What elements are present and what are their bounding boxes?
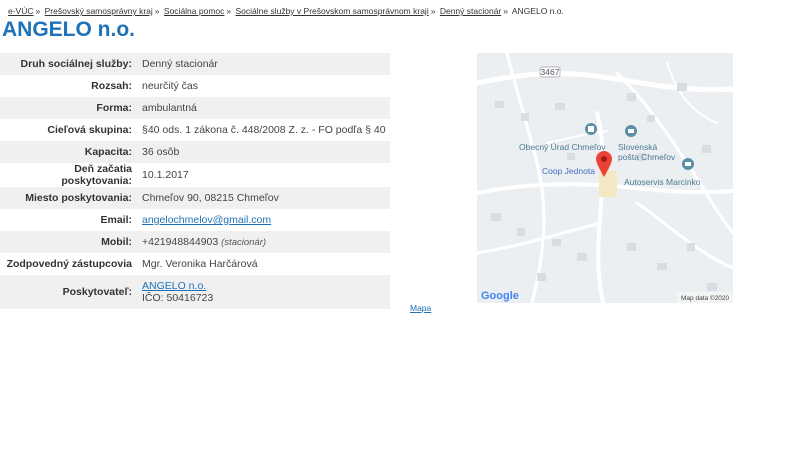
map-attribution: Map data ©2020 [681, 294, 730, 302]
value-zastupca: Mgr. Veronika Harčárová [142, 258, 258, 270]
value-mobil: +421948844903 (stacionár) [138, 231, 390, 253]
map-label-coop-jednota: Coop Jednota [542, 166, 595, 176]
breadcrumb-separator: » [154, 6, 160, 16]
label-zastupca: Zodpovedný zástupcovia [6, 258, 132, 270]
breadcrumb-separator: » [503, 6, 508, 16]
map-label-autoservis: Autoservis Marcinko [624, 177, 701, 187]
detail-table: Druh sociálnej služby: Denný stacionár R… [0, 53, 390, 309]
value-kapacita: 36 osôb [138, 141, 390, 163]
row-rozsah: Rozsah: neurčitý čas [0, 75, 390, 97]
map-label-obecny-urad: Obecný Úrad Chmeľov [519, 142, 606, 152]
breadcrumb-separator: » [226, 6, 232, 16]
breadcrumb-separator: » [35, 6, 41, 16]
breadcrumb: e-VÚC» Prešovský samosprávny kraj» Sociá… [8, 6, 564, 16]
label-skupina: Cieľová skupina: [47, 124, 132, 136]
value-poskytovatel: ANGELO n.o. IČO: 50416723 [138, 275, 390, 309]
value-druh: Denný stacionár [138, 53, 390, 75]
breadcrumb-separator: » [430, 6, 436, 16]
value-rozsah: neurčitý čas [142, 80, 199, 92]
label-mobil: Mobil: [0, 231, 138, 253]
value-skupina: §40 ods. 1 zákona č. 448/2008 Z. z. - FO… [142, 124, 386, 136]
road-number-badge: 3467 [541, 67, 560, 77]
row-poskytovatel: Poskytovateľ: ANGELO n.o. IČO: 50416723 [0, 275, 390, 309]
page-title: ANGELO n.o. [2, 18, 135, 41]
label-miesto: Miesto poskytovania: [0, 187, 138, 209]
label-zaciatok: Deň začatia poskytovania: [61, 163, 132, 187]
phone-note: (stacionár) [221, 237, 267, 248]
breadcrumb-link-kraj[interactable]: Prešovský samosprávny kraj [45, 6, 153, 16]
row-mobil: Mobil: +421948844903 (stacionár) [0, 231, 390, 253]
breadcrumb-link-socialna-pomoc[interactable]: Sociálna pomoc [164, 6, 224, 16]
row-forma: Forma: ambulantná [0, 97, 390, 119]
label-forma: Forma: [0, 97, 138, 119]
phone-number: +421948844903 [142, 236, 219, 248]
breadcrumb-current: ANGELO n.o. [511, 6, 564, 16]
row-email: Email: angelochmelov@gmail.com [0, 209, 390, 231]
value-zaciatok: 10.1.2017 [142, 169, 189, 181]
email-link[interactable]: angelochmelov@gmail.com [142, 214, 271, 226]
map-label-posta-line2: pošta Chmeľov [618, 152, 676, 162]
row-druh: Druh sociálnej služby: Denný stacionár [0, 53, 390, 75]
row-kapacita: Kapacita: 36 osôb [0, 141, 390, 163]
value-miesto: Chmeľov 90, 08215 Chmeľov [138, 187, 390, 209]
row-skupina: Cieľová skupina: §40 ods. 1 zákona č. 44… [0, 119, 390, 141]
car-service-icon[interactable] [682, 158, 694, 170]
map-label-posta-line1: Slovenská [618, 142, 657, 152]
breadcrumb-link-denny-stacionar[interactable]: Denný stacionár [440, 6, 501, 16]
row-miesto: Miesto poskytovania: Chmeľov 90, 08215 C… [0, 187, 390, 209]
map-embed[interactable]: 3467 Obecný Úrad Chmeľov Slovenská pošta… [477, 53, 733, 303]
label-poskytovatel: Poskytovateľ: [0, 275, 138, 309]
label-email: Email: [100, 214, 132, 226]
provider-ico: IČO: 50416723 [142, 292, 214, 304]
label-kapacita: Kapacita: [0, 141, 138, 163]
google-logo: Google [481, 290, 519, 302]
post-office-icon[interactable] [625, 125, 637, 137]
map-canvas[interactable]: 3467 Obecný Úrad Chmeľov Slovenská pošta… [477, 53, 733, 303]
row-zastupca: Zodpovedný zástupcovia Mgr. Veronika Har… [0, 253, 390, 275]
municipal-office-icon[interactable] [585, 123, 597, 135]
map-link[interactable]: Mapa [410, 303, 431, 313]
breadcrumb-link-evuc[interactable]: e-VÚC [8, 6, 34, 16]
breadcrumb-link-socialne-sluzby[interactable]: Sociálne služby v Prešovskom samosprávno… [236, 6, 429, 16]
value-forma: ambulantná [138, 97, 390, 119]
label-rozsah: Rozsah: [91, 80, 132, 92]
provider-link[interactable]: ANGELO n.o. [142, 280, 206, 292]
row-zaciatok: Deň začatia poskytovania: 10.1.2017 [0, 163, 390, 187]
label-druh: Druh sociálnej služby: [0, 53, 138, 75]
value-email: angelochmelov@gmail.com [138, 209, 390, 231]
